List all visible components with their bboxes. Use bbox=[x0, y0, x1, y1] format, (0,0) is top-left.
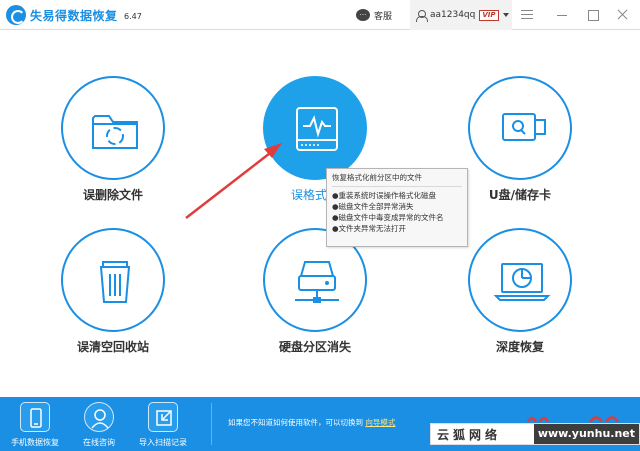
app-logo-icon bbox=[6, 5, 26, 25]
minimize-icon[interactable] bbox=[556, 8, 570, 22]
online-consult-button[interactable]: 在线咨询 bbox=[70, 397, 128, 451]
tooltip-item: ●磁盘文件全部异常消失 bbox=[332, 202, 414, 211]
watermark-url: www.yunhu.net bbox=[533, 424, 639, 444]
red-arrow-icon bbox=[185, 143, 282, 219]
customer-service-label: 客服 bbox=[374, 11, 393, 22]
feature-label: U盘/储存卡 bbox=[488, 188, 552, 202]
folder-recycle-icon bbox=[61, 76, 165, 180]
site-watermark: 云狐网络 www.yunhu.net bbox=[430, 423, 640, 445]
consultant-icon bbox=[84, 402, 114, 432]
customer-service-button[interactable]: ··· 客服 bbox=[356, 7, 392, 23]
feature-label: 硬盘分区消失 bbox=[278, 340, 351, 354]
vip-badge: VIP bbox=[479, 9, 499, 21]
trash-bin-icon bbox=[61, 228, 165, 332]
bottom-button-label: 手机数据恢复 bbox=[11, 438, 59, 447]
close-icon[interactable] bbox=[616, 8, 630, 22]
divider bbox=[211, 403, 212, 445]
feature-label: 深度恢复 bbox=[495, 340, 544, 354]
phone-recovery-button[interactable]: 手机数据恢复 bbox=[4, 397, 66, 451]
chat-bubble-icon: ··· bbox=[356, 9, 370, 21]
user-icon bbox=[416, 9, 428, 22]
user-account-menu[interactable]: aa1234qq VIP bbox=[410, 0, 512, 30]
phone-icon bbox=[20, 402, 50, 432]
usb-drive-icon bbox=[468, 76, 572, 180]
import-icon bbox=[148, 402, 178, 432]
watermark-name: 云狐网络 bbox=[437, 427, 502, 442]
username: aa1234qq bbox=[430, 10, 476, 20]
app-version: 6.47 bbox=[124, 12, 142, 21]
guide-hint: 如果您不知道如何使用软件，可以切换到 向导模式 bbox=[228, 417, 395, 428]
wizard-mode-link[interactable]: 向导模式 bbox=[365, 418, 395, 427]
import-scan-record-button[interactable]: 导入扫描记录 bbox=[132, 397, 194, 451]
tooltip-item: ●重装系统时误操作格式化磁盘 bbox=[332, 191, 437, 200]
tooltip-item: ●磁盘文件中毒变成异常的文件名 bbox=[332, 213, 444, 222]
maximize-icon[interactable] bbox=[587, 8, 601, 22]
tooltip-item: ●文件夹异常无法打开 bbox=[332, 224, 407, 233]
chevron-down-icon bbox=[502, 13, 509, 17]
title-bar: 失易得数据恢复 6.47 ··· 客服 aa1234qq VIP bbox=[0, 0, 640, 30]
app-title: 失易得数据恢复 bbox=[30, 9, 118, 23]
tooltip-title: 恢复格式化前分区中的文件 bbox=[332, 172, 462, 187]
hard-drive-pulse-icon bbox=[263, 76, 367, 180]
menu-icon[interactable] bbox=[521, 8, 535, 22]
format-tooltip: 恢复格式化前分区中的文件 ●重装系统时误操作格式化磁盘 ●磁盘文件全部异常消失 … bbox=[326, 168, 468, 247]
bottom-button-label: 在线咨询 bbox=[83, 438, 115, 447]
bottom-button-label: 导入扫描记录 bbox=[139, 438, 187, 447]
feature-label: 误清空回收站 bbox=[76, 340, 149, 354]
laptop-disk-icon bbox=[468, 228, 572, 332]
guide-hint-text: 如果您不知道如何使用软件，可以切换到 bbox=[228, 418, 363, 427]
feature-label: 误删除文件 bbox=[82, 188, 143, 202]
